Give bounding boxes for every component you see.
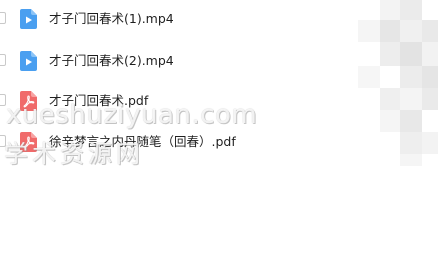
row-checkbox[interactable] <box>0 12 6 24</box>
pdf-file-icon <box>20 91 37 111</box>
row-checkbox[interactable] <box>0 94 6 106</box>
pdf-file-icon <box>20 132 37 152</box>
pixelated-region <box>358 0 438 180</box>
file-browser: 才子门回春术(1).mp4 才子门回春术(2).mp4 才子门回春术.pdf 徐… <box>0 0 438 266</box>
file-name[interactable]: 徐辛梦言之内丹随笔（回春）.pdf <box>49 133 236 150</box>
row-checkbox[interactable] <box>0 54 6 66</box>
video-file-icon <box>20 9 37 29</box>
file-name[interactable]: 才子门回春术(1).mp4 <box>49 10 174 27</box>
file-name[interactable]: 才子门回春术(2).mp4 <box>49 52 174 69</box>
video-file-icon <box>20 51 37 71</box>
row-checkbox[interactable] <box>0 135 6 147</box>
file-row[interactable]: 才子门回春术(2).mp4 <box>0 51 380 71</box>
file-name[interactable]: 才子门回春术.pdf <box>49 92 148 109</box>
file-row[interactable]: 才子门回春术.pdf <box>0 91 380 111</box>
file-row[interactable]: 徐辛梦言之内丹随笔（回春）.pdf <box>0 132 380 152</box>
file-row[interactable]: 才子门回春术(1).mp4 <box>0 9 380 29</box>
